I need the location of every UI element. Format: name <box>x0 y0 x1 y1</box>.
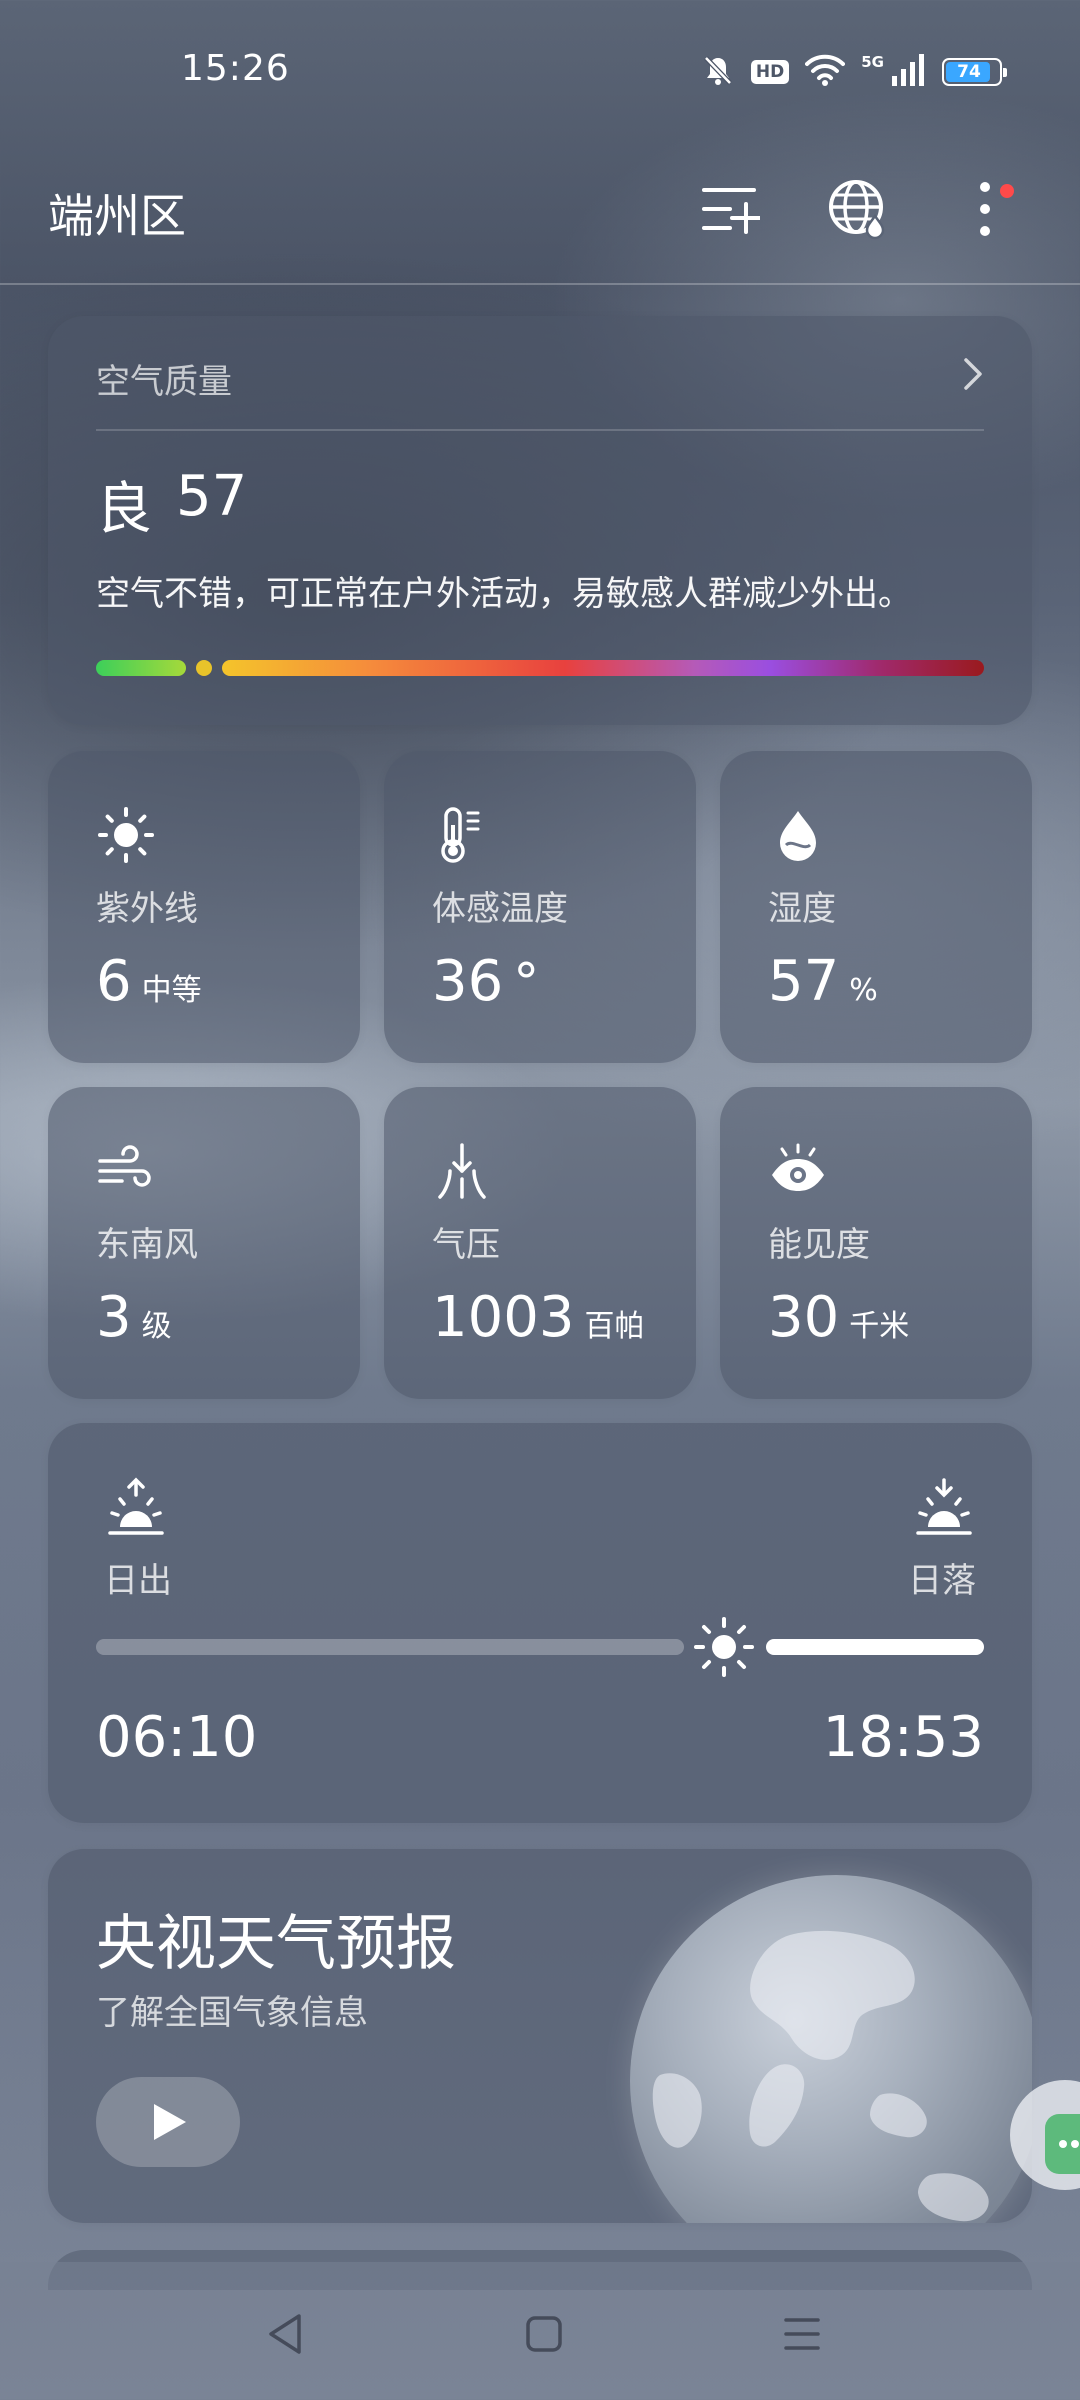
play-button[interactable] <box>96 2077 240 2167</box>
sun-card: 日出 日落 06:10 18:53 <box>48 1423 1032 1823</box>
tile-unit: 中等 <box>141 973 202 1008</box>
back-icon[interactable] <box>255 2304 315 2364</box>
status-bar: 15:26 HD 5G 74 <box>0 0 1080 140</box>
tile-label: 体感温度 <box>432 889 568 929</box>
tv-title: 央视天气预报 <box>96 1909 456 1979</box>
tile-label: 紫外线 <box>96 889 198 929</box>
home-icon[interactable] <box>514 2304 574 2364</box>
bell-muted-icon <box>701 53 735 91</box>
battery-level: 74 <box>957 62 981 82</box>
play-icon <box>154 2104 186 2140</box>
tv-forecast-card[interactable]: 央视天气预报 了解全国气象信息 <box>48 1849 1032 2223</box>
tile-number: 57 <box>768 949 840 1014</box>
wifi-icon <box>805 54 846 90</box>
air-quality-card[interactable]: 空气质量 良 57 空气不错，可正常在户外活动，易敏感人群减少外出。 <box>48 316 1032 725</box>
globe-icon[interactable] <box>823 174 893 244</box>
tile-value: 1003 百帕 <box>432 1285 645 1350</box>
system-navigation-bar <box>0 2262 1080 2400</box>
status-time: 15:26 <box>181 48 290 89</box>
visibility-tile[interactable]: 能见度 30 千米 <box>720 1087 1032 1399</box>
feels-like-tile[interactable]: 体感温度 36 ° <box>384 751 696 1063</box>
divider <box>96 429 984 431</box>
humidity-tile[interactable]: 湿度 57% <box>720 751 1032 1063</box>
thermometer-icon <box>432 805 492 865</box>
pressure-tile[interactable]: 气压 1003 百帕 <box>384 1087 696 1399</box>
chevron-right-icon[interactable] <box>962 356 984 396</box>
tile-value: 6 中等 <box>96 949 202 1014</box>
tile-number: 30 <box>768 1285 840 1350</box>
status-icons: HD 5G 74 <box>701 52 1007 92</box>
tile-unit: 百帕 <box>584 1309 645 1344</box>
eye-icon <box>768 1141 828 1201</box>
aqi-value: 良 57 <box>96 464 247 545</box>
sun-icon <box>96 805 156 865</box>
city-list-add-icon[interactable] <box>695 174 765 244</box>
wind-tile[interactable]: 东南风 3级 <box>48 1087 360 1399</box>
uv-tile[interactable]: 紫外线 6 中等 <box>48 751 360 1063</box>
tile-unit: % <box>849 973 878 1008</box>
sunrise-time: 06:10 <box>96 1705 258 1770</box>
tile-label: 气压 <box>432 1225 500 1265</box>
sunset-time: 18:53 <box>822 1705 984 1770</box>
current-sun-icon <box>692 1615 756 1683</box>
tv-subtitle: 了解全国气象信息 <box>96 1993 368 2033</box>
daylight-elapsed-track <box>96 1639 684 1655</box>
wind-icon <box>96 1141 156 1201</box>
daylight-remaining-track <box>766 1639 984 1655</box>
air-quality-description: 空气不错，可正常在户外活动，易敏感人群减少外出。 <box>96 574 912 614</box>
aqi-marker <box>196 660 212 676</box>
notification-dot <box>1000 184 1014 198</box>
air-quality-title: 空气质量 <box>96 362 232 402</box>
location-title[interactable]: 端州区 <box>48 180 186 246</box>
tile-label: 东南风 <box>96 1225 198 1265</box>
tile-number: 6 <box>96 949 132 1014</box>
tile-label: 湿度 <box>768 889 836 929</box>
aqi-scale-bar <box>96 660 984 676</box>
tile-value: 57% <box>768 949 878 1014</box>
tile-unit: 级 <box>141 1309 172 1344</box>
hd-badge: HD <box>750 60 790 84</box>
aqi-grade: 良 <box>96 477 152 542</box>
tile-number: 1003 <box>432 1285 575 1350</box>
tile-value: 30 千米 <box>768 1285 909 1350</box>
tile-value: 3级 <box>96 1285 172 1350</box>
sunset-label: 日落 <box>908 1561 976 1601</box>
globe-image <box>630 1875 1032 2223</box>
chat-icon <box>1045 2114 1080 2174</box>
aqi-scale-good <box>96 660 186 676</box>
sunrise-label: 日出 <box>104 1561 172 1601</box>
menu-icon[interactable] <box>772 2304 832 2364</box>
more-icon[interactable] <box>950 174 1020 244</box>
aqi-number: 57 <box>176 464 248 529</box>
tile-label: 能见度 <box>768 1225 870 1265</box>
top-app-bar: 端州区 <box>0 140 1080 285</box>
battery-icon: 74 <box>942 58 1007 86</box>
tile-number: 36 <box>432 949 504 1014</box>
droplet-icon <box>768 805 828 865</box>
pressure-icon <box>432 1141 492 1201</box>
tile-number: 3 <box>96 1285 132 1350</box>
tile-unit: 千米 <box>849 1309 910 1344</box>
tile-value: 36 ° <box>432 949 539 1014</box>
tile-unit: ° <box>513 953 540 1013</box>
sunrise-icon <box>104 1477 168 1541</box>
aqi-scale-rest <box>222 660 984 676</box>
signal-icon <box>892 54 926 90</box>
network-type-label: 5G <box>861 53 884 71</box>
sunset-icon <box>912 1477 976 1541</box>
